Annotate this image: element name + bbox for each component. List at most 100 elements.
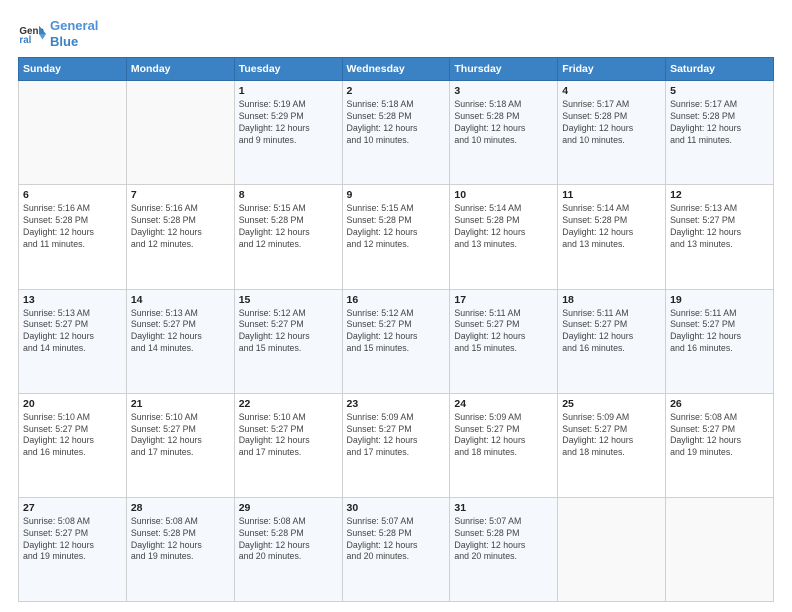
day-info: Sunrise: 5:16 AM Sunset: 5:28 PM Dayligh… xyxy=(23,203,122,251)
calendar-cell: 11 Sunrise: 5:14 AM Sunset: 5:28 PM Dayli… xyxy=(558,185,666,289)
calendar-cell: 2Sunrise: 5:18 AM Sunset: 5:28 PM Daylig… xyxy=(342,81,450,185)
day-info: Sunrise: 5:18 AM Sunset: 5:28 PM Dayligh… xyxy=(347,99,446,147)
svg-text:ral: ral xyxy=(19,35,31,46)
calendar-cell: 8 Sunrise: 5:15 AM Sunset: 5:28 PM Daylig… xyxy=(234,185,342,289)
calendar-cell: 1 Sunrise: 5:19 AM Sunset: 5:29 PM Daylig… xyxy=(234,81,342,185)
calendar-cell: 27 Sunrise: 5:08 AM Sunset: 5:27 PM Dayli… xyxy=(19,497,127,601)
day-info: Sunrise: 5:13 AM Sunset: 5:27 PM Dayligh… xyxy=(23,308,122,356)
day-info: Sunrise: 5:08 AM Sunset: 5:28 PM Dayligh… xyxy=(131,516,230,564)
weekday-row: SundayMondayTuesdayWednesdayThursdayFrid… xyxy=(19,58,774,81)
day-info: Sunrise: 5:10 AM Sunset: 5:27 PM Dayligh… xyxy=(131,412,230,460)
calendar-cell: 31 Sunrise: 5:07 AM Sunset: 5:28 PM Dayli… xyxy=(450,497,558,601)
day-info: Sunrise: 5:16 AM Sunset: 5:28 PM Dayligh… xyxy=(131,203,230,251)
week-row: 1 Sunrise: 5:19 AM Sunset: 5:29 PM Daylig… xyxy=(19,81,774,185)
day-number: 24 xyxy=(454,398,553,410)
logo: Gene ral General Blue xyxy=(18,18,98,49)
day-number: 1 xyxy=(239,85,338,97)
calendar-cell xyxy=(558,497,666,601)
day-info: Sunrise: 5:12 AM Sunset: 5:27 PM Dayligh… xyxy=(239,308,338,356)
day-number: 26 xyxy=(670,398,769,410)
day-info: Sunrise: 5:10 AM Sunset: 5:27 PM Dayligh… xyxy=(239,412,338,460)
day-info: Sunrise: 5:10 AM Sunset: 5:27 PM Dayligh… xyxy=(23,412,122,460)
calendar-cell: 26Sunrise: 5:08 AM Sunset: 5:27 PM Dayli… xyxy=(666,393,774,497)
calendar-cell: 17Sunrise: 5:11 AM Sunset: 5:27 PM Dayli… xyxy=(450,289,558,393)
day-number: 4 xyxy=(562,85,661,97)
calendar-cell: 19Sunrise: 5:11 AM Sunset: 5:27 PM Dayli… xyxy=(666,289,774,393)
day-number: 22 xyxy=(239,398,338,410)
day-number: 18 xyxy=(562,294,661,306)
day-info: Sunrise: 5:08 AM Sunset: 5:27 PM Dayligh… xyxy=(23,516,122,564)
week-row: 6 Sunrise: 5:16 AM Sunset: 5:28 PM Daylig… xyxy=(19,185,774,289)
day-info: Sunrise: 5:11 AM Sunset: 5:27 PM Dayligh… xyxy=(454,308,553,356)
calendar-cell: 30 Sunrise: 5:07 AM Sunset: 5:28 PM Dayli… xyxy=(342,497,450,601)
day-number: 31 xyxy=(454,502,553,514)
calendar-cell: 5Sunrise: 5:17 AM Sunset: 5:28 PM Daylig… xyxy=(666,81,774,185)
day-number: 8 xyxy=(239,189,338,201)
calendar-cell: 28Sunrise: 5:08 AM Sunset: 5:28 PM Dayli… xyxy=(126,497,234,601)
calendar-cell: 9 Sunrise: 5:15 AM Sunset: 5:28 PM Daylig… xyxy=(342,185,450,289)
day-info: Sunrise: 5:09 AM Sunset: 5:27 PM Dayligh… xyxy=(454,412,553,460)
calendar-cell: 14 Sunrise: 5:13 AM Sunset: 5:27 PM Dayli… xyxy=(126,289,234,393)
calendar-cell: 29 Sunrise: 5:08 AM Sunset: 5:28 PM Dayli… xyxy=(234,497,342,601)
day-info: Sunrise: 5:09 AM Sunset: 5:27 PM Dayligh… xyxy=(562,412,661,460)
day-number: 15 xyxy=(239,294,338,306)
day-number: 13 xyxy=(23,294,122,306)
calendar-cell xyxy=(126,81,234,185)
day-info: Sunrise: 5:19 AM Sunset: 5:29 PM Dayligh… xyxy=(239,99,338,147)
day-info: Sunrise: 5:09 AM Sunset: 5:27 PM Dayligh… xyxy=(347,412,446,460)
calendar-cell: 4Sunrise: 5:17 AM Sunset: 5:28 PM Daylig… xyxy=(558,81,666,185)
weekday-header-tuesday: Tuesday xyxy=(234,58,342,81)
day-info: Sunrise: 5:11 AM Sunset: 5:27 PM Dayligh… xyxy=(562,308,661,356)
week-row: 27 Sunrise: 5:08 AM Sunset: 5:27 PM Dayli… xyxy=(19,497,774,601)
calendar-cell: 15 Sunrise: 5:12 AM Sunset: 5:27 PM Dayli… xyxy=(234,289,342,393)
weekday-header-monday: Monday xyxy=(126,58,234,81)
day-number: 5 xyxy=(670,85,769,97)
weekday-header-thursday: Thursday xyxy=(450,58,558,81)
day-number: 9 xyxy=(347,189,446,201)
weekday-header-saturday: Saturday xyxy=(666,58,774,81)
weekday-header-friday: Friday xyxy=(558,58,666,81)
logo-text: General Blue xyxy=(50,18,98,49)
day-number: 27 xyxy=(23,502,122,514)
header: Gene ral General Blue xyxy=(18,18,774,49)
day-info: Sunrise: 5:13 AM Sunset: 5:27 PM Dayligh… xyxy=(131,308,230,356)
day-info: Sunrise: 5:15 AM Sunset: 5:28 PM Dayligh… xyxy=(347,203,446,251)
calendar-cell xyxy=(666,497,774,601)
day-info: Sunrise: 5:13 AM Sunset: 5:27 PM Dayligh… xyxy=(670,203,769,251)
day-info: Sunrise: 5:07 AM Sunset: 5:28 PM Dayligh… xyxy=(347,516,446,564)
day-number: 6 xyxy=(23,189,122,201)
week-row: 13 Sunrise: 5:13 AM Sunset: 5:27 PM Dayli… xyxy=(19,289,774,393)
calendar-cell xyxy=(19,81,127,185)
calendar-body: 1 Sunrise: 5:19 AM Sunset: 5:29 PM Daylig… xyxy=(19,81,774,602)
calendar-cell: 13 Sunrise: 5:13 AM Sunset: 5:27 PM Dayli… xyxy=(19,289,127,393)
calendar-cell: 12Sunrise: 5:13 AM Sunset: 5:27 PM Dayli… xyxy=(666,185,774,289)
page: Gene ral General Blue SundayMondayTuesda… xyxy=(0,0,792,612)
weekday-header-sunday: Sunday xyxy=(19,58,127,81)
calendar-cell: 7 Sunrise: 5:16 AM Sunset: 5:28 PM Daylig… xyxy=(126,185,234,289)
calendar-cell: 23Sunrise: 5:09 AM Sunset: 5:27 PM Dayli… xyxy=(342,393,450,497)
day-number: 3 xyxy=(454,85,553,97)
day-number: 7 xyxy=(131,189,230,201)
day-info: Sunrise: 5:15 AM Sunset: 5:28 PM Dayligh… xyxy=(239,203,338,251)
day-number: 14 xyxy=(131,294,230,306)
calendar-cell: 25Sunrise: 5:09 AM Sunset: 5:27 PM Dayli… xyxy=(558,393,666,497)
day-number: 21 xyxy=(131,398,230,410)
day-number: 10 xyxy=(454,189,553,201)
calendar-cell: 16Sunrise: 5:12 AM Sunset: 5:27 PM Dayli… xyxy=(342,289,450,393)
day-info: Sunrise: 5:12 AM Sunset: 5:27 PM Dayligh… xyxy=(347,308,446,356)
day-number: 11 xyxy=(562,189,661,201)
calendar-cell: 20 Sunrise: 5:10 AM Sunset: 5:27 PM Dayli… xyxy=(19,393,127,497)
day-number: 30 xyxy=(347,502,446,514)
logo-general: General xyxy=(50,18,98,33)
day-info: Sunrise: 5:18 AM Sunset: 5:28 PM Dayligh… xyxy=(454,99,553,147)
day-info: Sunrise: 5:14 AM Sunset: 5:28 PM Dayligh… xyxy=(562,203,661,251)
day-info: Sunrise: 5:08 AM Sunset: 5:28 PM Dayligh… xyxy=(239,516,338,564)
day-info: Sunrise: 5:14 AM Sunset: 5:28 PM Dayligh… xyxy=(454,203,553,251)
day-number: 29 xyxy=(239,502,338,514)
day-info: Sunrise: 5:11 AM Sunset: 5:27 PM Dayligh… xyxy=(670,308,769,356)
logo-icon: Gene ral xyxy=(18,20,46,48)
calendar-header: SundayMondayTuesdayWednesdayThursdayFrid… xyxy=(19,58,774,81)
logo-blue: Blue xyxy=(50,34,78,49)
day-number: 20 xyxy=(23,398,122,410)
day-info: Sunrise: 5:07 AM Sunset: 5:28 PM Dayligh… xyxy=(454,516,553,564)
